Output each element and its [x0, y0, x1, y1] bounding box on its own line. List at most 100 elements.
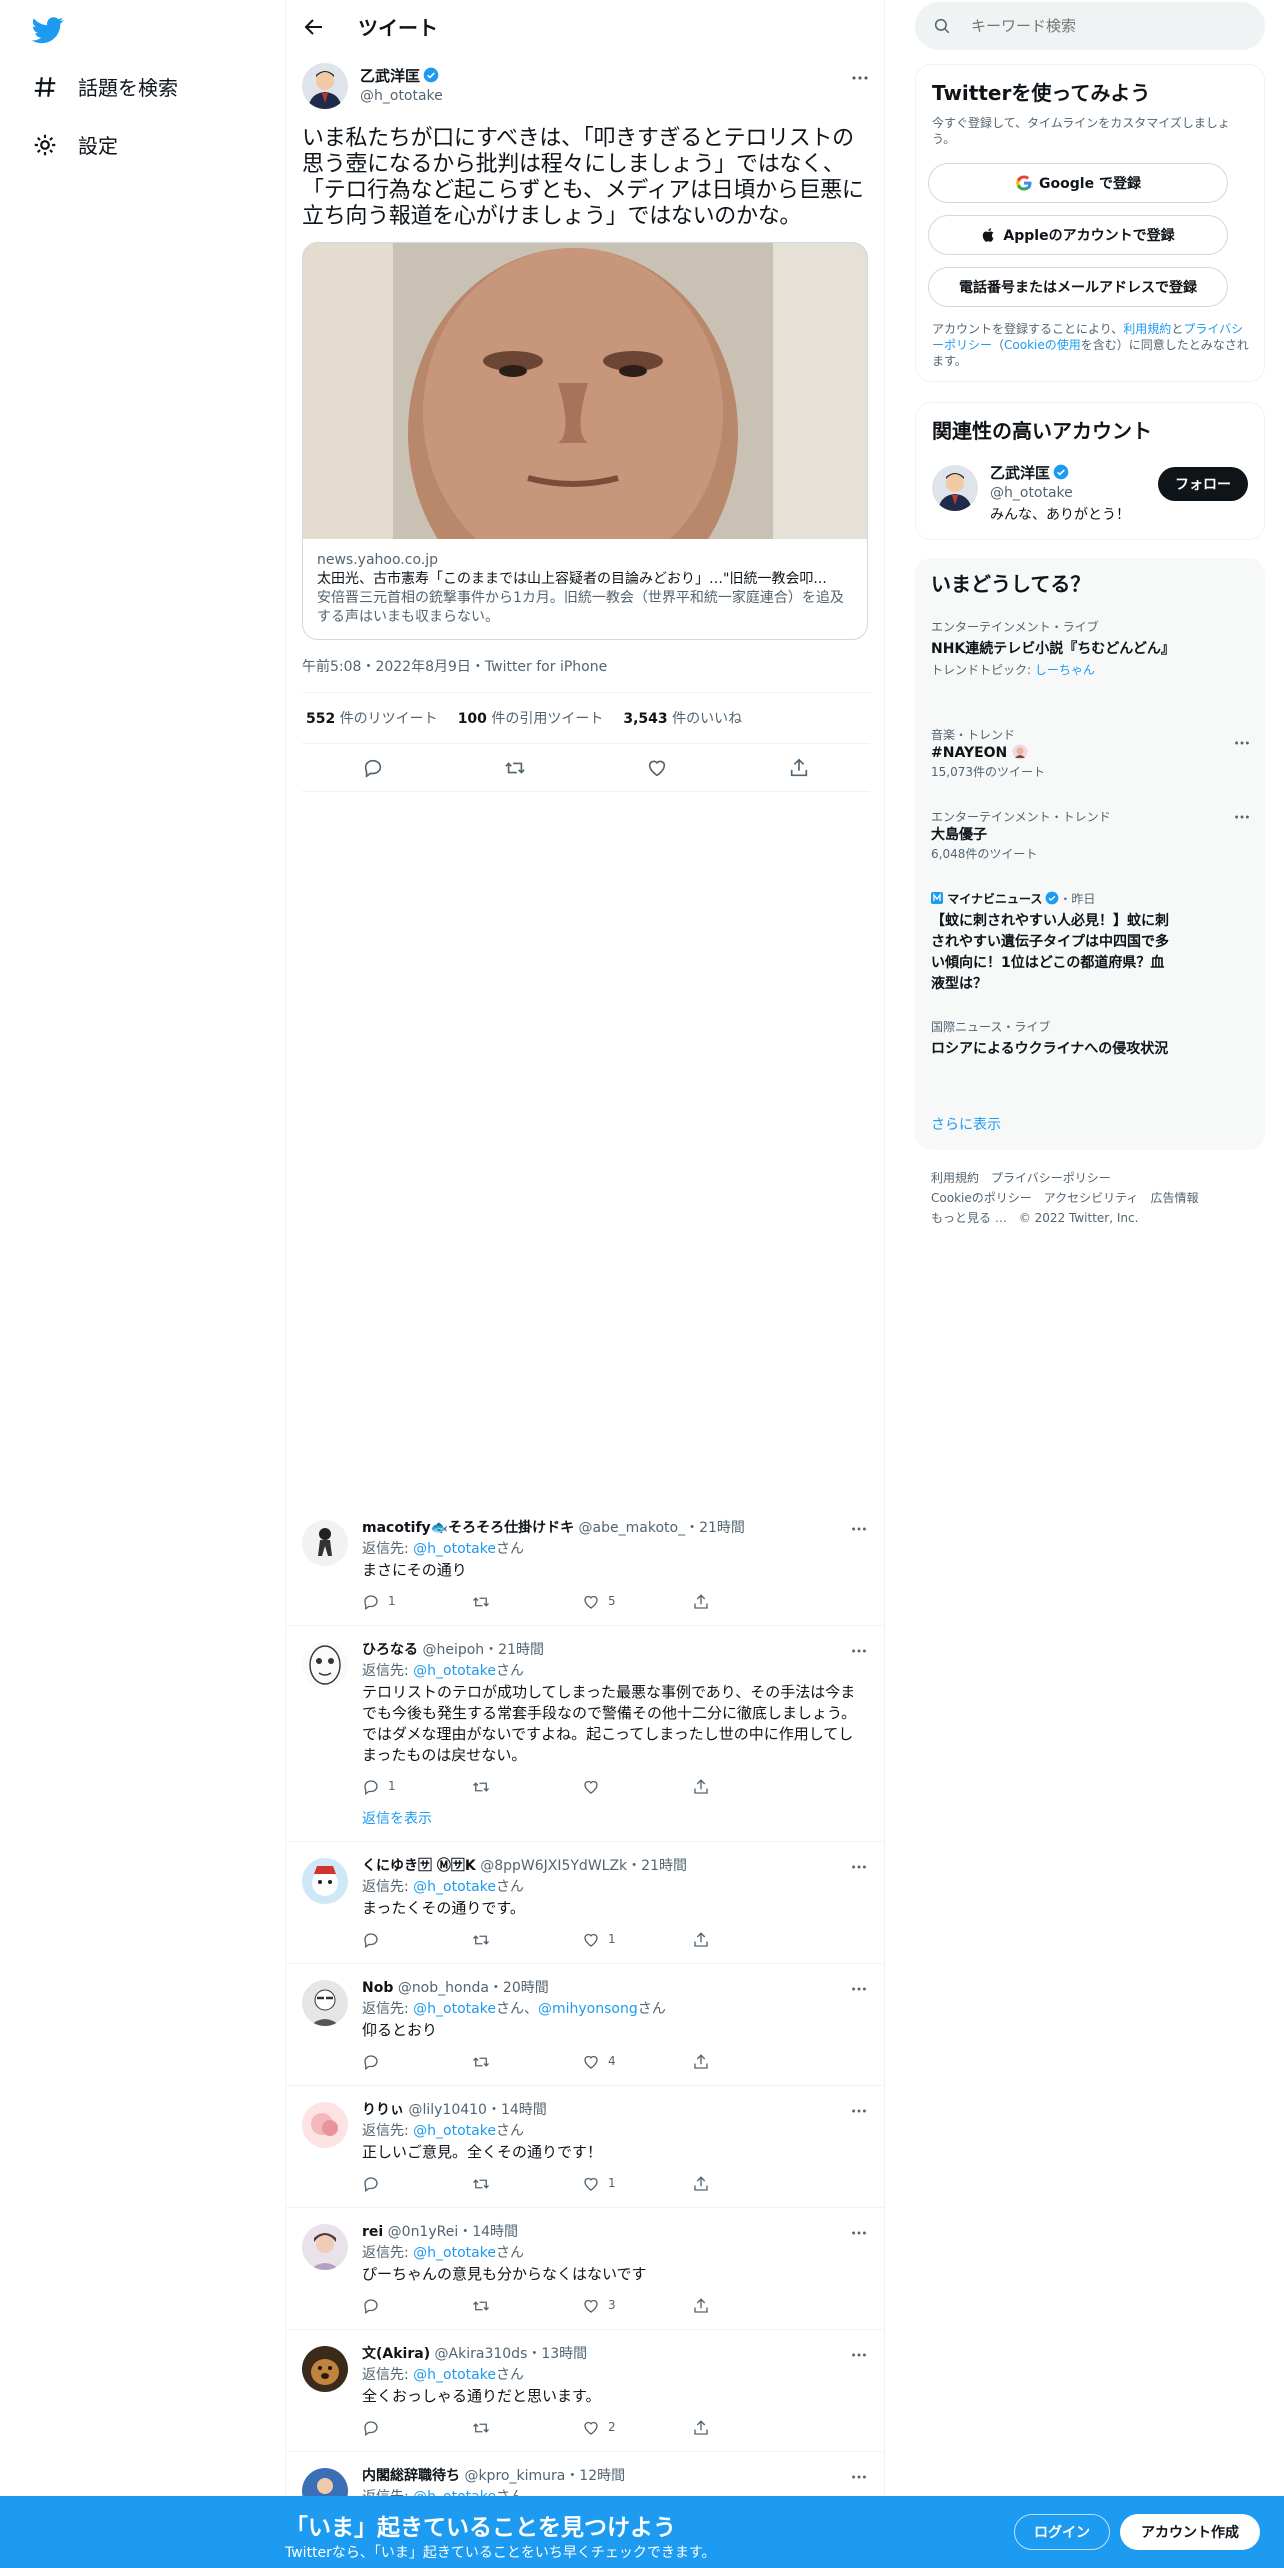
reply-time[interactable]: ・21時間: [484, 1642, 544, 1658]
nav-settings[interactable]: 設定: [32, 130, 118, 159]
reply-author-handle[interactable]: @nob_honda: [398, 1980, 489, 1996]
related-name[interactable]: 乙武洋匡: [990, 464, 1050, 482]
reply-time[interactable]: ・21時間: [685, 1520, 745, 1536]
like-icon[interactable]: [582, 2053, 600, 2071]
share-icon[interactable]: [692, 2419, 710, 2437]
reply-time[interactable]: ・13時間: [527, 2346, 587, 2362]
reply-icon[interactable]: [362, 1593, 380, 1611]
reply-icon[interactable]: [362, 1778, 380, 1796]
mention-link[interactable]: @h_ototake: [413, 2001, 496, 2017]
back-arrow-icon[interactable]: [302, 15, 326, 39]
like-icon[interactable]: [582, 1931, 600, 1949]
avatar[interactable]: [302, 2102, 348, 2148]
retweet-icon[interactable]: [504, 757, 526, 779]
search-input[interactable]: [971, 17, 1251, 35]
reply-icon[interactable]: [362, 757, 384, 779]
like-count-link[interactable]: 3,543 件のいいね: [623, 708, 742, 728]
reply-icon[interactable]: [362, 2297, 380, 2315]
signup-button[interactable]: アカウント作成: [1120, 2514, 1260, 2550]
related-handle[interactable]: @h_ototake: [990, 483, 1130, 503]
trend-item[interactable]: 国際ニュース・ライブ ロシアによるウクライナへの侵攻状況: [931, 1018, 1251, 1059]
retweet-icon[interactable]: [472, 1931, 490, 1949]
reply-icon[interactable]: [362, 2053, 380, 2071]
reply-author-handle[interactable]: @abe_makoto_: [579, 1520, 686, 1536]
mention-link[interactable]: @h_ototake: [413, 2123, 496, 2139]
mention-link[interactable]: @mihyonsong: [538, 2001, 638, 2017]
follow-button[interactable]: フォロー: [1158, 467, 1248, 501]
reply-time[interactable]: ・12時間: [565, 2468, 625, 2484]
more-options-icon[interactable]: [850, 68, 870, 88]
avatar[interactable]: [302, 1980, 348, 2026]
share-icon[interactable]: [692, 1931, 710, 1949]
footer-cookie-link[interactable]: Cookieのポリシー: [931, 1191, 1032, 1205]
reply-item[interactable]: くにゆき🈂 Ⓜ🈂K @8ppW6JXI5YdWLZk・21時間 返信先: @h_o…: [286, 1846, 884, 1964]
share-icon[interactable]: [788, 757, 810, 779]
reply-item[interactable]: りりぃ @lily10410・14時間 返信先: @h_ototakeさん 正しいご…: [286, 2090, 884, 2208]
avatar[interactable]: [302, 2224, 348, 2270]
mention-link[interactable]: @h_ototake: [413, 2367, 496, 2383]
search-bar[interactable]: [915, 2, 1265, 50]
footer-privacy-link[interactable]: プライバシーポリシー: [991, 1171, 1111, 1185]
reply-author-name[interactable]: 内閣総辞職待ち: [362, 2468, 460, 2484]
login-button[interactable]: ログイン: [1014, 2514, 1110, 2550]
share-icon[interactable]: [692, 2175, 710, 2193]
retweet-count-link[interactable]: 552 件のリツイート: [306, 708, 438, 728]
nav-explore[interactable]: 話題を検索: [32, 72, 178, 101]
author-name[interactable]: 乙武洋匡: [360, 67, 420, 85]
retweet-icon[interactable]: [472, 2175, 490, 2193]
trend-item[interactable]: エンターテインメント・トレンド 大島優子 6,048件のツイート: [931, 808, 1251, 862]
related-avatar[interactable]: [932, 465, 978, 511]
phone-email-signup-button[interactable]: 電話番号またはメールアドレスで登録: [928, 267, 1228, 307]
author-handle[interactable]: @h_ototake: [360, 86, 443, 106]
avatar[interactable]: [302, 1520, 348, 1566]
reply-time[interactable]: ・20時間: [489, 1980, 549, 1996]
twitter-logo-icon[interactable]: [32, 14, 64, 46]
reply-item[interactable]: Nob @nob_honda・20時間 返信先: @h_ototakeさん、@mi…: [286, 1968, 884, 2086]
reply-author-name[interactable]: Nob: [362, 1980, 393, 1996]
cookie-link[interactable]: Cookieの使用: [1004, 338, 1081, 352]
share-icon[interactable]: [692, 1778, 710, 1796]
mention-link[interactable]: @h_ototake: [413, 2245, 496, 2261]
footer-ads-link[interactable]: 広告情報: [1150, 1191, 1198, 1205]
reply-author-handle[interactable]: @heipoh: [422, 1642, 484, 1658]
reply-icon[interactable]: [362, 1931, 380, 1949]
show-more-link[interactable]: さらに表示: [931, 1114, 1001, 1134]
reply-item[interactable]: 文(Akira) @Akira310ds・13時間 返信先: @h_ototake…: [286, 2334, 884, 2452]
like-icon[interactable]: [646, 757, 668, 779]
link-card[interactable]: news.yahoo.co.jp 太田光、古市憲寿「このままでは山上容疑者の目論…: [302, 242, 868, 640]
footer-accessibility-link[interactable]: アクセシビリティ: [1044, 1191, 1139, 1205]
reply-author-handle[interactable]: @8ppW6JXI5YdWLZk: [480, 1858, 627, 1874]
reply-icon[interactable]: [362, 2175, 380, 2193]
reply-author-name[interactable]: りりぃ: [362, 2102, 404, 2118]
retweet-icon[interactable]: [472, 2053, 490, 2071]
mention-link[interactable]: @h_ototake: [413, 1541, 496, 1557]
mention-link[interactable]: @h_ototake: [413, 1663, 496, 1679]
footer-more-link[interactable]: もっと見る …: [931, 1211, 1007, 1225]
news-trend-item[interactable]: マイナビニュース ・昨日 【蚊に刺されやすい人必見！】蚊に刺されやすい遺伝子タイプ…: [931, 890, 1251, 995]
avatar[interactable]: [302, 2346, 348, 2392]
trend-more-icon[interactable]: [1233, 734, 1251, 752]
retweet-icon[interactable]: [472, 2297, 490, 2315]
trend-item[interactable]: エンターテインメント・ライブ NHK連続テレビ小説『ちむどんどん』 トレンドトピ…: [931, 618, 1251, 678]
retweet-icon[interactable]: [472, 1593, 490, 1611]
like-icon[interactable]: [582, 2419, 600, 2437]
tweet-meta[interactable]: 午前5:08・2022年8月9日・Twitter for iPhone: [302, 656, 870, 676]
reply-author-handle[interactable]: @Akira310ds: [435, 2346, 528, 2362]
like-icon[interactable]: [582, 1778, 600, 1796]
apple-signup-button[interactable]: Appleのアカウントで登録: [928, 215, 1228, 255]
terms-link[interactable]: 利用規約: [1123, 322, 1171, 336]
footer-terms-link[interactable]: 利用規約: [931, 1171, 979, 1185]
share-icon[interactable]: [692, 2053, 710, 2071]
reply-author-name[interactable]: ひろなる: [362, 1642, 418, 1658]
reply-author-handle[interactable]: @kpro_kimura: [464, 2468, 565, 2484]
retweet-icon[interactable]: [472, 1778, 490, 1796]
quote-count-link[interactable]: 100 件の引用ツイート: [458, 708, 604, 728]
reply-item[interactable]: macotify🐟そろそろ仕掛けドキ @abe_makoto_・21時間 返信先:…: [286, 1508, 884, 1626]
reply-author-name[interactable]: くにゆき🈂 Ⓜ🈂K: [362, 1858, 476, 1874]
reply-author-name[interactable]: 文(Akira): [362, 2346, 430, 2362]
reply-time[interactable]: ・14時間: [458, 2224, 518, 2240]
retweet-icon[interactable]: [472, 2419, 490, 2437]
share-icon[interactable]: [692, 2297, 710, 2315]
trend-item[interactable]: 音楽・トレンド #NAYEON 15,073件のツイート: [931, 726, 1251, 780]
avatar[interactable]: [302, 63, 348, 109]
